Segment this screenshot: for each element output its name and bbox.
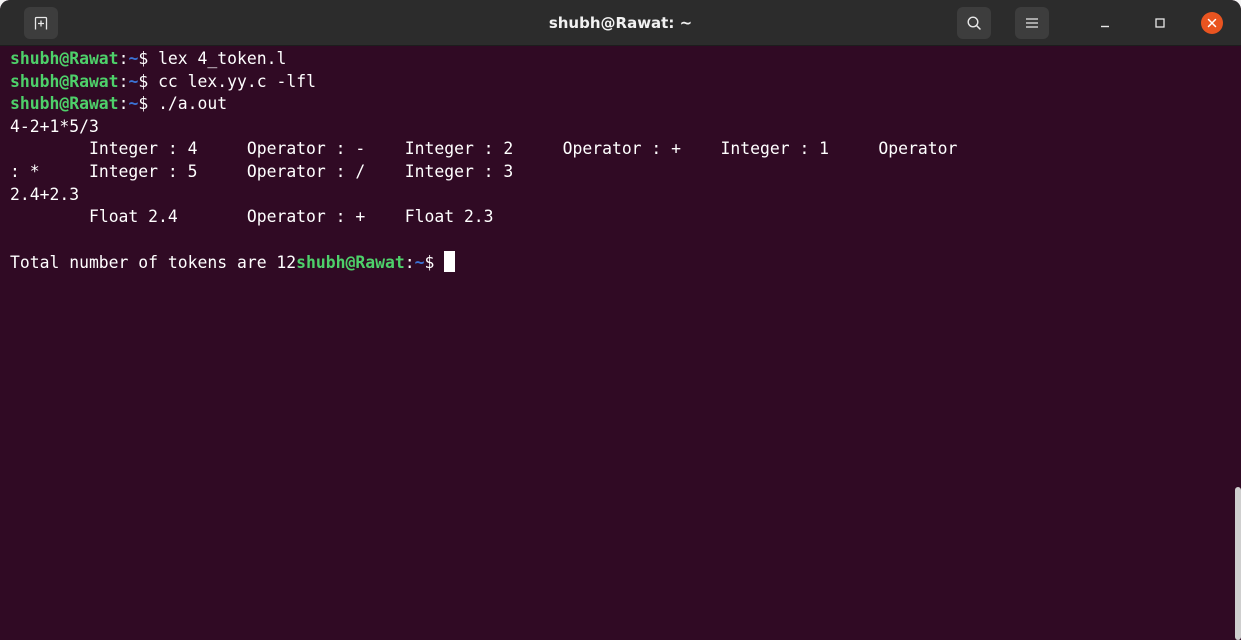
prompt-user: shubh@Rawat <box>10 49 119 68</box>
search-icon <box>967 16 981 30</box>
search-button[interactable] <box>957 7 991 39</box>
terminal-line: Total number of tokens are 12shubh@Rawat… <box>10 251 1232 274</box>
command-text: cc lex.yy.c -lfl <box>158 71 316 91</box>
hamburger-menu-icon <box>1026 18 1038 28</box>
maximize-button[interactable] <box>1149 12 1171 34</box>
terminal-line: shubh@Rawat:~$ lex 4_token.l <box>10 49 287 68</box>
command-text: lex 4_token.l <box>158 49 287 68</box>
prompt-user: shubh@Rawat <box>10 94 119 114</box>
text-cursor <box>444 251 456 273</box>
maximize-icon <box>1155 18 1165 28</box>
command-text: ./a.out <box>158 94 228 114</box>
prompt-symbol: $ <box>138 71 159 91</box>
prompt-path: ~ <box>128 71 139 91</box>
minimize-button[interactable] <box>1094 12 1116 34</box>
prompt-symbol: $ <box>138 94 159 114</box>
prompt-path: ~ <box>128 49 139 68</box>
output-line: Float 2.4 Operator : + Float 2.3 <box>10 207 494 227</box>
output-line: Integer : 4 Operator : - Integer : 2 Ope… <box>10 139 958 159</box>
output-line: 2.4+2.3 <box>10 184 80 204</box>
terminal-window: shubh@Rawat: ~ shubh@Rawat:~$ lex 4_toke… <box>0 0 1241 640</box>
minimize-icon <box>1101 25 1109 28</box>
output-line: 4-2+1*5/3 <box>10 116 99 136</box>
prompt-symbol: $ <box>138 49 159 68</box>
scrollbar-thumb[interactable] <box>1235 487 1241 640</box>
menu-button[interactable] <box>1015 7 1049 39</box>
terminal-line: shubh@Rawat:~$ cc lex.yy.c -lfl <box>10 71 316 91</box>
terminal-output[interactable]: shubh@Rawat:~$ lex 4_token.l shubh@Rawat… <box>0 47 1232 640</box>
prompt-path: ~ <box>414 253 425 273</box>
prompt-user: shubh@Rawat <box>296 253 405 273</box>
prompt-symbol: $ <box>424 253 445 273</box>
title-bar: shubh@Rawat: ~ <box>0 0 1241 46</box>
output-text: Total number of tokens are 12 <box>10 253 297 273</box>
close-button[interactable] <box>1201 12 1223 34</box>
output-line: : * Integer : 5 Operator : / Integer : 3 <box>10 161 514 181</box>
window-title: shubh@Rawat: ~ <box>548 14 693 32</box>
terminal-line: shubh@Rawat:~$ ./a.out <box>10 94 228 114</box>
prompt-user: shubh@Rawat <box>10 71 119 91</box>
close-icon <box>1207 18 1217 28</box>
prompt-path: ~ <box>128 94 139 114</box>
